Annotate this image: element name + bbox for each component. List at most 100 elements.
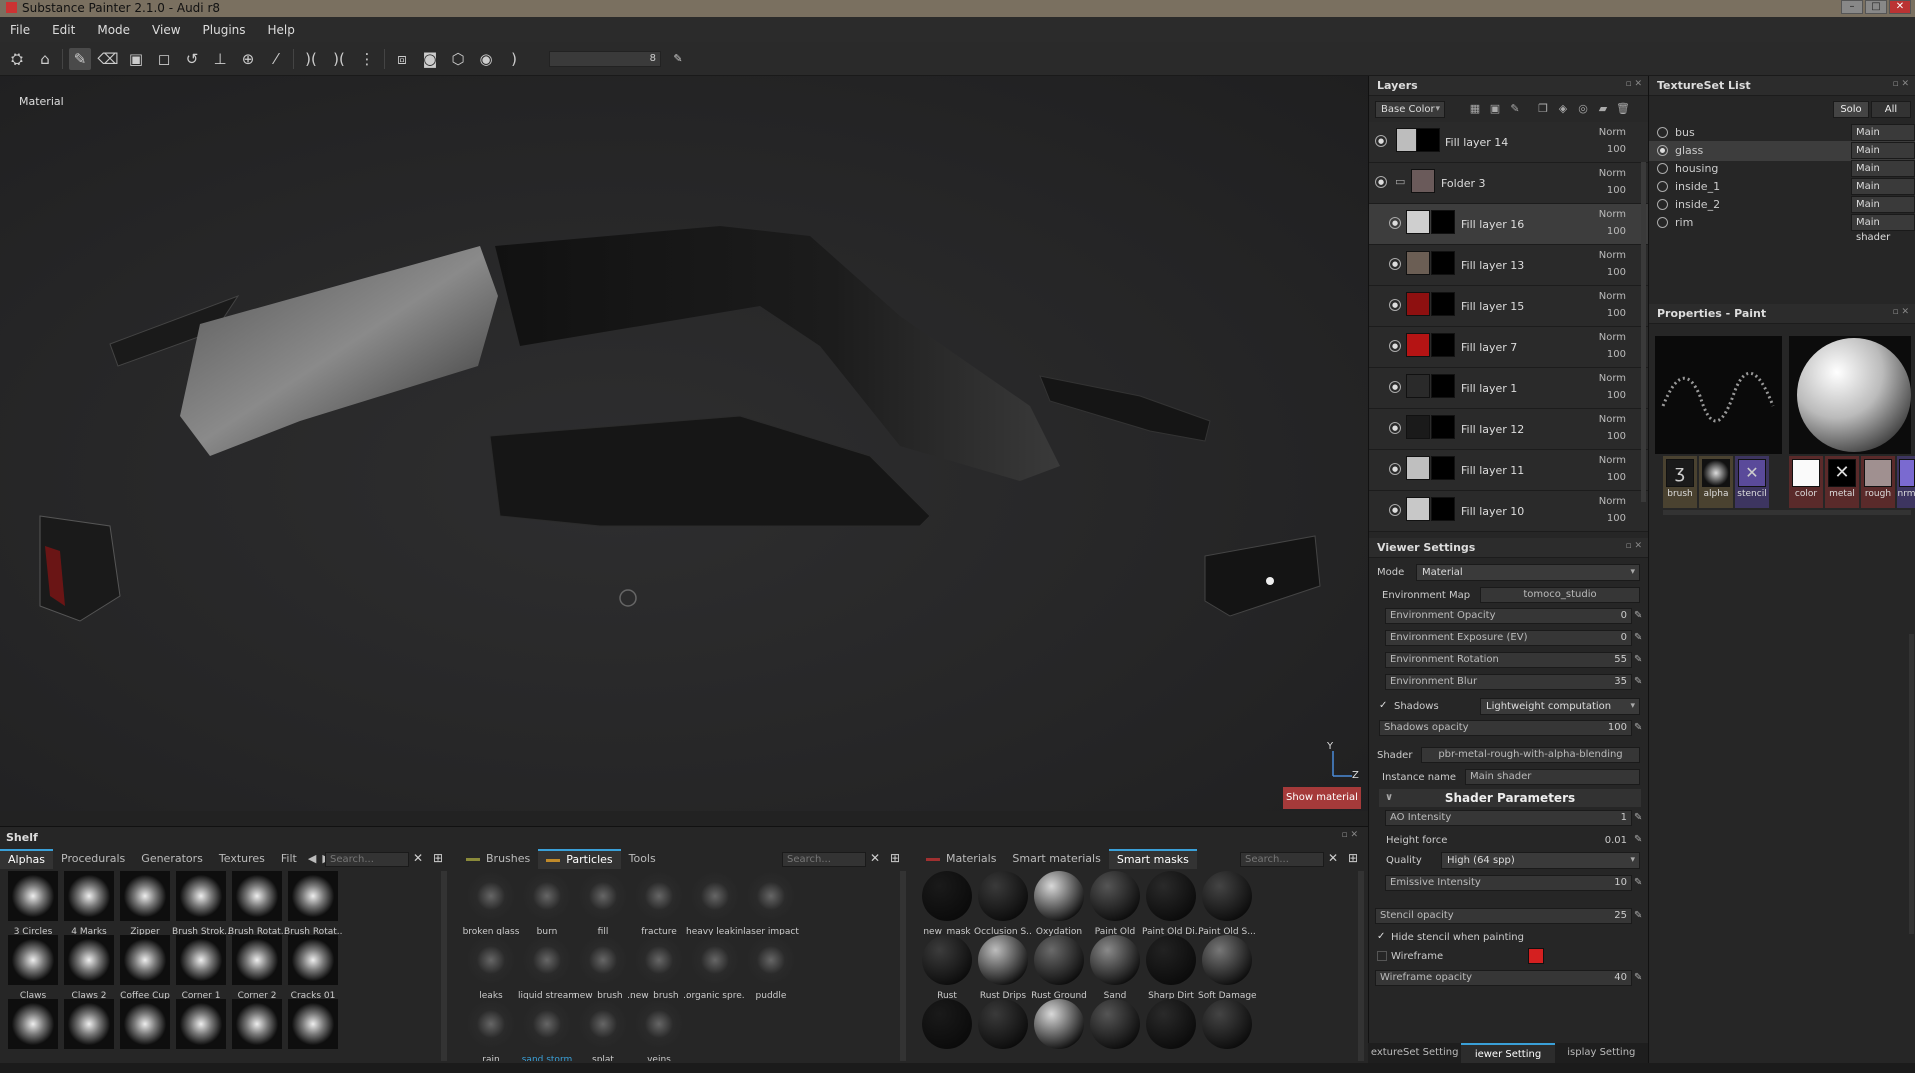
layer-opacity[interactable]: 100	[1607, 472, 1626, 483]
masks-item[interactable]	[1198, 999, 1256, 1061]
ao-intensity-slider[interactable]: AO Intensity 1	[1385, 810, 1632, 826]
textureset-shader-dropdown[interactable]: Main shader	[1851, 160, 1915, 189]
stencil-opacity-slider[interactable]: Stencil opacity 25	[1375, 908, 1632, 924]
wireframe-color-swatch[interactable]	[1528, 948, 1544, 964]
mask-icon[interactable]: ▦	[1467, 101, 1483, 117]
edit-pen-icon[interactable]: ✎	[1634, 676, 1646, 688]
project-icon[interactable]: ⛭	[6, 48, 28, 70]
add-folder-icon[interactable]: ▰	[1595, 101, 1611, 117]
textureset-shader-dropdown[interactable]: Main shader	[1851, 142, 1915, 171]
visibility-eye-icon[interactable]: ●	[1389, 340, 1401, 352]
layer-row[interactable]: ● Fill layer 11 Norm 100	[1369, 450, 1648, 491]
tab-textures[interactable]: Textures	[211, 849, 273, 869]
add-mask-icon[interactable]: ◎	[1575, 101, 1591, 117]
visibility-eye-icon[interactable]: ●	[1389, 381, 1401, 393]
layer-blend-mode[interactable]: Norm	[1599, 250, 1626, 261]
textureset-shader-dropdown[interactable]: Main shader	[1851, 178, 1915, 207]
visibility-eye-icon[interactable]: ●	[1389, 463, 1401, 475]
tab-display-settings[interactable]: isplay Setting	[1555, 1043, 1648, 1063]
particles-search-input[interactable]: Search...	[782, 852, 866, 867]
add-fill-layer-icon[interactable]: ◈	[1555, 101, 1571, 117]
textureset-radio[interactable]	[1657, 217, 1668, 228]
panel-close-icon[interactable]: ▫ ✕	[1341, 830, 1358, 840]
alphas-item[interactable]	[172, 999, 230, 1061]
textureset-shader-dropdown[interactable]: Main shader	[1851, 214, 1915, 243]
tab-tools[interactable]: Tools	[621, 849, 664, 869]
layer-opacity[interactable]: 100	[1607, 226, 1626, 237]
alpha-slot[interactable]: alpha	[1699, 456, 1733, 508]
particles-scrollbar[interactable]	[900, 871, 906, 1061]
visibility-eye-icon[interactable]: ●	[1389, 299, 1401, 311]
material-picker-icon[interactable]: ⊕	[237, 48, 259, 70]
maximize-button[interactable]: □	[1865, 0, 1887, 14]
layer-opacity[interactable]: 100	[1607, 390, 1626, 401]
panel-close-icon[interactable]: ▫ ✕	[1892, 307, 1909, 317]
panel-close-icon[interactable]: ▫ ✕	[1625, 541, 1642, 551]
textureset-radio[interactable]	[1657, 181, 1668, 192]
channel-dropdown[interactable]: Base Color	[1375, 100, 1445, 118]
layer-opacity[interactable]: 100	[1607, 267, 1626, 278]
clear-search-icon[interactable]: ✕	[870, 851, 880, 865]
eraser-icon[interactable]: ⌫	[97, 48, 119, 70]
hide-stencil-checkbox[interactable]: ✓	[1377, 932, 1387, 942]
layer-row[interactable]: ● Fill layer 1 Norm 100	[1369, 368, 1648, 409]
textureset-row[interactable]: inside_2 Main shader	[1649, 195, 1915, 225]
quality-dropdown[interactable]: High (64 spp)	[1441, 852, 1640, 869]
pen-icon[interactable]: ✎	[667, 48, 689, 70]
layer-row[interactable]: ● ▭ Folder 3 Norm 100	[1369, 163, 1648, 204]
shadows-opacity-slider[interactable]: Shadows opacity 100	[1379, 720, 1632, 736]
env-map-field[interactable]: tomoco_studio	[1480, 587, 1640, 603]
screenshot-icon[interactable]: ◉	[475, 48, 497, 70]
symmetry-mirror-icon[interactable]: )(	[328, 48, 350, 70]
tab-filters[interactable]: Filt	[273, 849, 305, 869]
show-material-button[interactable]: Show material	[1283, 787, 1361, 809]
tab-smart-materials[interactable]: Smart materials	[1004, 849, 1108, 869]
shader-field[interactable]: pbr-metal-rough-with-alpha-blending	[1421, 747, 1640, 763]
layer-blend-mode[interactable]: Norm	[1599, 209, 1626, 220]
alphas-item[interactable]	[60, 999, 118, 1061]
layer-opacity[interactable]: 100	[1607, 513, 1626, 524]
textureset-row[interactable]: rim Main shader	[1649, 213, 1915, 243]
layer-row[interactable]: ● Fill layer 15 Norm 100	[1369, 286, 1648, 327]
alphas-item[interactable]	[116, 999, 174, 1061]
textureset-row[interactable]: bus Main shader	[1649, 123, 1915, 153]
layer-row[interactable]: ● Fill layer 14 Norm 100	[1369, 122, 1648, 163]
masks-item[interactable]	[1030, 999, 1088, 1061]
textureset-row[interactable]: housing Main shader	[1649, 159, 1915, 189]
minimize-button[interactable]: –	[1841, 0, 1863, 14]
rough-slot[interactable]: rough	[1861, 456, 1895, 508]
instance-name-field[interactable]: Main shader	[1465, 769, 1640, 785]
layer-blend-mode[interactable]: Norm	[1599, 414, 1626, 425]
camera-icon[interactable]: ⌂	[34, 48, 56, 70]
cube-icon[interactable]: ⬡	[447, 48, 469, 70]
paint-brush-icon[interactable]: ✎	[69, 47, 91, 70]
symmetry-axis-icon[interactable]: ⋮	[356, 48, 378, 70]
masks-item[interactable]	[1086, 999, 1144, 1061]
delete-layer-icon[interactable]: 🗑	[1615, 101, 1631, 117]
alphas-item[interactable]	[228, 999, 286, 1061]
alphas-item[interactable]	[4, 999, 62, 1061]
metal-slot[interactable]: ✕ metal	[1825, 456, 1859, 508]
all-button[interactable]: All	[1871, 101, 1911, 118]
env-rotation-slider[interactable]: Environment Rotation 55	[1385, 652, 1632, 668]
edit-pen-icon[interactable]: ✎	[1634, 610, 1646, 622]
tab-scroll-left-icon[interactable]: ◀	[305, 849, 319, 869]
layer-opacity[interactable]: 100	[1607, 349, 1626, 360]
close-button[interactable]: ✕	[1889, 0, 1911, 14]
properties-hscroll[interactable]	[1663, 510, 1911, 515]
textureset-row[interactable]: glass Main shader	[1649, 141, 1915, 171]
visibility-eye-icon[interactable]: ●	[1389, 504, 1401, 516]
masks-scrollbar[interactable]	[1358, 871, 1364, 1061]
view-3d-icon[interactable]: ⧈	[391, 48, 413, 70]
layer-row[interactable]: ● Fill layer 16 Norm 100	[1369, 204, 1648, 245]
menu-mode[interactable]: Mode	[97, 23, 130, 37]
layer-row[interactable]: ● Fill layer 7 Norm 100	[1369, 327, 1648, 368]
grid-view-icon[interactable]: ⊞	[433, 851, 443, 865]
tab-materials[interactable]: Materials	[918, 849, 1004, 869]
camera-view-icon[interactable]: ◙	[419, 48, 441, 70]
tab-brushes[interactable]: Brushes	[458, 849, 538, 869]
visibility-eye-icon[interactable]: ●	[1389, 422, 1401, 434]
env-blur-slider[interactable]: Environment Blur 35	[1385, 674, 1632, 690]
edit-pen-icon[interactable]: ✎	[1634, 834, 1646, 846]
env-exposure-slider[interactable]: Environment Exposure (EV) 0	[1385, 630, 1632, 646]
